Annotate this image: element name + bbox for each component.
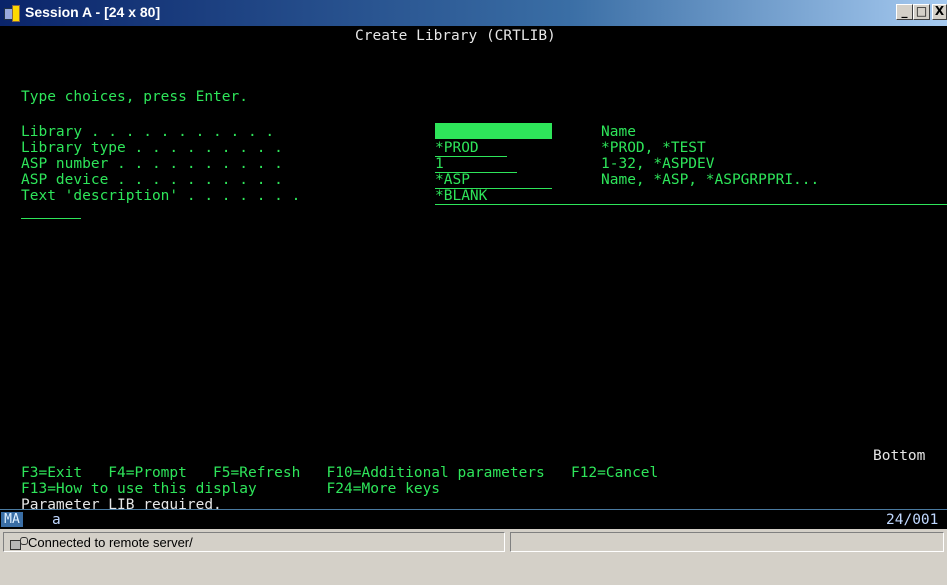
maximize-button[interactable]: □ [913, 4, 930, 20]
library-input[interactable] [435, 123, 552, 139]
status-bar: Connected to remote server/ [0, 529, 947, 585]
screen-heading: Create Library (CRTLIB) [355, 28, 556, 44]
message-waiting-indicator: MA [1, 512, 23, 527]
title-bar: Session A - [24 x 80] _ □ X [0, 0, 947, 26]
cursor-position: 24/001 [886, 512, 939, 528]
text-description-underline [435, 204, 947, 205]
close-button[interactable]: X [932, 4, 947, 20]
library-type-input[interactable]: *PROD [435, 140, 507, 157]
terminal-screen[interactable]: Create Library (CRTLIB) Type choices, pr… [0, 26, 947, 509]
network-connection-icon [10, 537, 28, 551]
instruction-text: Type choices, press Enter. [21, 89, 248, 105]
error-message: Parameter LIB required. [21, 497, 222, 509]
field-hint-asp-number: 1-32, *ASPDEV [601, 156, 715, 172]
field-label-library: Library . . . . . . . . . . . [21, 124, 275, 140]
asp-number-input[interactable]: 1 [435, 156, 517, 173]
window-title: Session A - [24 x 80] [25, 4, 161, 20]
field-label-library-type: Library type . . . . . . . . . [21, 140, 283, 156]
oia-mode: a [52, 512, 61, 528]
session-app-icon[interactable] [4, 5, 20, 22]
bottom-indicator: Bottom [873, 448, 926, 464]
field-label-asp-number: ASP number . . . . . . . . . . [21, 156, 283, 172]
minimize-button[interactable]: _ [896, 4, 913, 20]
function-keys-row-1: F3=Exit F4=Prompt F5=Refresh F10=Additio… [21, 465, 659, 481]
status-panel-connection: Connected to remote server/ [3, 532, 505, 552]
operator-info-area: MA a 24/001 [0, 509, 947, 530]
field-label-text-description: Text 'description' . . . . . . . [21, 188, 301, 204]
asp-device-input[interactable]: *ASP [435, 172, 552, 189]
status-panel-secondary [510, 532, 944, 552]
function-keys-row-2: F13=How to use this display F24=More key… [21, 481, 441, 497]
field-hint-library-type: *PROD, *TEST [601, 140, 706, 156]
text-description-continuation-underline [21, 218, 81, 219]
field-hint-asp-device: Name, *ASP, *ASPGRPPRI... [601, 172, 820, 188]
field-hint-library: Name [601, 124, 636, 140]
field-label-asp-device: ASP device . . . . . . . . . . [21, 172, 283, 188]
text-description-input[interactable]: *BLANK [435, 188, 487, 204]
connection-status-text: Connected to remote server/ [28, 535, 193, 550]
